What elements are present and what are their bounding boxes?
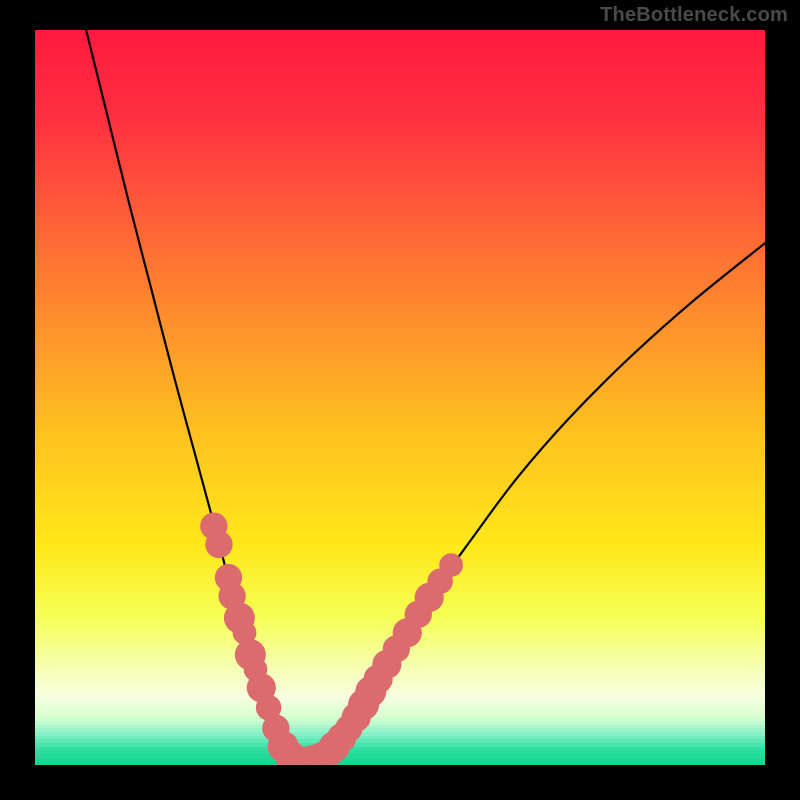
- chart-svg: [35, 30, 765, 765]
- bottleneck-curve: [86, 30, 765, 761]
- chart-frame: TheBottleneck.com: [0, 0, 800, 800]
- highlight-dot: [439, 553, 463, 577]
- highlight-dot: [205, 531, 232, 558]
- watermark-label: TheBottleneck.com: [600, 4, 788, 27]
- highlight-dots: [200, 512, 463, 765]
- plot-area: [35, 30, 765, 765]
